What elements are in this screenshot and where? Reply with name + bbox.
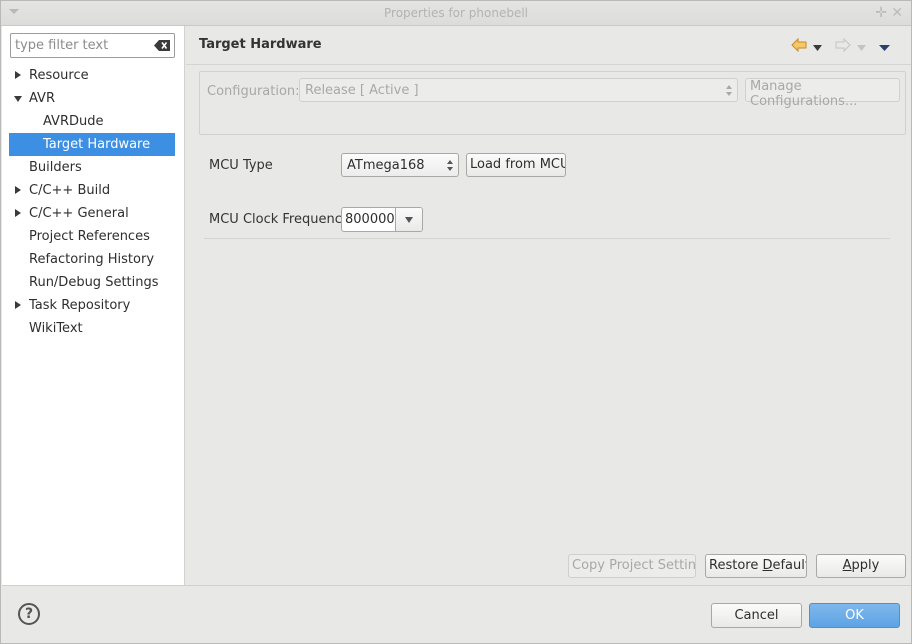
apply-button[interactable]: Apply bbox=[816, 554, 906, 578]
tree-item-label: Target Hardware bbox=[43, 137, 151, 152]
tree-item-wikitext[interactable]: WikiText bbox=[2, 317, 185, 340]
tree-item-avrdude[interactable]: AVRDude bbox=[2, 110, 185, 133]
restore-defaults-mnemonic: D bbox=[762, 558, 773, 573]
dropdown-arrow-icon[interactable] bbox=[395, 208, 422, 231]
expand-arrow-icon[interactable] bbox=[13, 294, 25, 317]
clear-filter-icon[interactable] bbox=[154, 40, 170, 51]
configuration-group: Configuration: Release [ Active ] Manage… bbox=[199, 71, 906, 135]
load-from-mcu-button[interactable]: Load from MCU bbox=[466, 153, 566, 177]
tree-item-cpp-build[interactable]: C/C++ Build bbox=[2, 179, 185, 202]
tree-item-target-hardware[interactable]: Target Hardware bbox=[9, 133, 175, 156]
tree-item-label: C/C++ General bbox=[29, 206, 129, 221]
expand-arrow-icon[interactable] bbox=[13, 64, 25, 87]
cancel-button[interactable]: Cancel bbox=[711, 603, 802, 628]
mcu-type-label: MCU Type bbox=[209, 158, 273, 173]
apply-text: pply bbox=[851, 558, 880, 573]
forward-history-dropdown-icon[interactable] bbox=[857, 41, 866, 56]
tree-item-label: Builders bbox=[29, 160, 82, 175]
filter-input[interactable] bbox=[15, 37, 145, 54]
maximize-icon[interactable]: ✛ bbox=[875, 5, 887, 21]
expand-arrow-icon[interactable] bbox=[13, 179, 25, 202]
tree-item-refactoring-history[interactable]: Refactoring History bbox=[2, 248, 185, 271]
property-page-tree-pane: Resource AVR AVRDude Target Hardware Bui… bbox=[2, 26, 185, 585]
mcu-clock-frequency-combo[interactable] bbox=[341, 207, 423, 232]
tree-item-label: WikiText bbox=[29, 321, 83, 336]
mcu-type-select[interactable]: ATmega168 bbox=[341, 153, 459, 177]
tree-item-label: AVRDude bbox=[43, 114, 104, 129]
tree-item-builders[interactable]: Builders bbox=[2, 156, 185, 179]
tree-item-task-repository[interactable]: Task Repository bbox=[2, 294, 185, 317]
configuration-value: Release [ Active ] bbox=[305, 83, 419, 98]
mcu-type-value: ATmega168 bbox=[347, 158, 425, 173]
tree-item-label: Refactoring History bbox=[29, 252, 155, 267]
forward-arrow-icon[interactable] bbox=[835, 37, 851, 56]
back-arrow-icon[interactable] bbox=[791, 37, 807, 56]
mcu-clock-frequency-label: MCU Clock Frequency bbox=[209, 212, 350, 227]
section-divider bbox=[204, 238, 890, 239]
property-tree: Resource AVR AVRDude Target Hardware Bui… bbox=[2, 64, 185, 340]
restore-defaults-text-1: Restore bbox=[709, 558, 763, 573]
bottom-divider bbox=[2, 585, 911, 586]
updown-arrows-icon bbox=[447, 159, 453, 173]
expand-arrow-icon[interactable] bbox=[13, 202, 25, 225]
apply-mnemonic: A bbox=[842, 558, 852, 573]
filter-field[interactable] bbox=[10, 33, 175, 58]
window-title: Properties for phonebell bbox=[384, 6, 528, 20]
tree-item-label: AVR bbox=[29, 91, 55, 106]
tree-item-label: Run/Debug Settings bbox=[29, 275, 159, 290]
tree-item-resource[interactable]: Resource bbox=[2, 64, 185, 87]
properties-dialog: Properties for phonebell ✛ ✕ Resource AV… bbox=[0, 0, 912, 644]
page-title: Target Hardware bbox=[199, 37, 322, 52]
restore-defaults-button[interactable]: Restore Defaults bbox=[705, 554, 807, 578]
configuration-label: Configuration: bbox=[207, 84, 300, 99]
tree-item-project-references[interactable]: Project References bbox=[2, 225, 185, 248]
collapse-arrow-icon[interactable] bbox=[13, 87, 25, 110]
ok-button[interactable]: OK bbox=[809, 603, 900, 628]
restore-defaults-text-2: efaults bbox=[772, 558, 806, 573]
tree-item-label: Task Repository bbox=[29, 298, 131, 313]
tree-item-label: Resource bbox=[29, 68, 89, 83]
help-icon[interactable]: ? bbox=[18, 603, 40, 625]
mcu-clock-frequency-input[interactable] bbox=[343, 209, 395, 230]
manage-configurations-button: Manage Configurations... bbox=[745, 78, 900, 109]
tree-item-label: C/C++ Build bbox=[29, 183, 111, 198]
tree-item-label: Project References bbox=[29, 229, 150, 244]
tree-item-cpp-general[interactable]: C/C++ General bbox=[2, 202, 185, 225]
page-navigation bbox=[791, 37, 901, 56]
copy-project-settings-button: Copy Project Settings bbox=[568, 554, 696, 578]
configuration-select: Release [ Active ] bbox=[299, 78, 738, 102]
title-bar: Properties for phonebell ✛ ✕ bbox=[1, 1, 911, 26]
header-divider bbox=[186, 64, 911, 65]
tree-item-avr[interactable]: AVR bbox=[2, 87, 185, 110]
tree-item-run-debug-settings[interactable]: Run/Debug Settings bbox=[2, 271, 185, 294]
view-menu-icon[interactable] bbox=[879, 41, 890, 56]
updown-arrows-icon bbox=[726, 84, 732, 98]
close-icon[interactable]: ✕ bbox=[891, 5, 903, 21]
back-history-dropdown-icon[interactable] bbox=[813, 41, 822, 56]
property-page: Target Hardware Configuration: Release [ bbox=[186, 26, 911, 585]
